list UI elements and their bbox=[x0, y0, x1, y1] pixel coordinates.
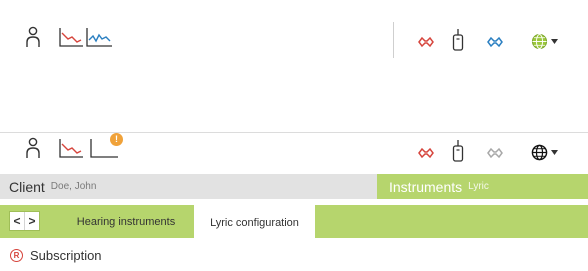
instruments-header[interactable]: Instruments Lyric bbox=[377, 174, 588, 199]
dropdown-arrow-icon bbox=[551, 39, 558, 44]
tab-prev-button[interactable]: < bbox=[10, 212, 24, 230]
right-instrument-button[interactable] bbox=[485, 147, 505, 159]
tab-hearing-instruments[interactable]: Hearing instruments bbox=[58, 205, 194, 238]
client-icon-button[interactable] bbox=[25, 26, 41, 50]
registered-icon: R bbox=[10, 249, 23, 262]
language-button[interactable] bbox=[531, 33, 558, 50]
left-hearing-aid-icon bbox=[418, 147, 434, 159]
audiogram-left-button[interactable] bbox=[59, 28, 83, 48]
remote-device-icon bbox=[452, 140, 464, 162]
remote-device-button[interactable] bbox=[452, 140, 464, 162]
tab-strip: < > Hearing instruments Lyric configurat… bbox=[0, 205, 588, 241]
subscription-row[interactable]: R Subscription bbox=[10, 248, 102, 263]
left-hearing-aid-icon bbox=[418, 36, 434, 48]
left-instrument-button[interactable] bbox=[416, 147, 436, 159]
globe-icon bbox=[531, 33, 548, 50]
toolbar-separator bbox=[393, 22, 394, 58]
globe-icon bbox=[531, 144, 548, 161]
right-instrument-button[interactable] bbox=[485, 36, 505, 48]
audiogram-red-icon bbox=[59, 28, 83, 47]
remote-device-button[interactable] bbox=[452, 29, 464, 51]
subscription-label: Subscription bbox=[30, 248, 102, 263]
dropdown-arrow-icon bbox=[551, 150, 558, 155]
client-icon-button[interactable] bbox=[25, 137, 41, 161]
language-button[interactable] bbox=[531, 144, 558, 161]
person-icon bbox=[26, 26, 40, 47]
right-hearing-aid-icon bbox=[487, 147, 503, 159]
client-header[interactable]: Client Doe, John bbox=[0, 174, 377, 199]
left-instrument-button[interactable] bbox=[416, 36, 436, 48]
remote-device-icon bbox=[452, 29, 464, 51]
instruments-label: Instruments bbox=[389, 178, 463, 195]
tab-nav-arrows: < > bbox=[9, 211, 40, 231]
audiogram-blue-icon bbox=[86, 28, 112, 47]
instruments-sub: Lyric bbox=[468, 181, 489, 192]
toolbar-divider bbox=[0, 132, 588, 133]
client-name: Doe, John bbox=[50, 181, 97, 192]
tab-lyric-configuration[interactable]: Lyric configuration bbox=[194, 205, 315, 241]
person-icon bbox=[26, 137, 40, 158]
client-label: Client bbox=[9, 178, 45, 195]
right-hearing-aid-icon bbox=[487, 36, 503, 48]
tab-next-button[interactable]: > bbox=[24, 212, 39, 230]
audiogram-right-button[interactable] bbox=[86, 28, 112, 48]
audiogram-icon bbox=[59, 139, 83, 158]
audiogram-button[interactable] bbox=[59, 139, 83, 159]
notification-badge[interactable]: ! bbox=[110, 133, 123, 146]
